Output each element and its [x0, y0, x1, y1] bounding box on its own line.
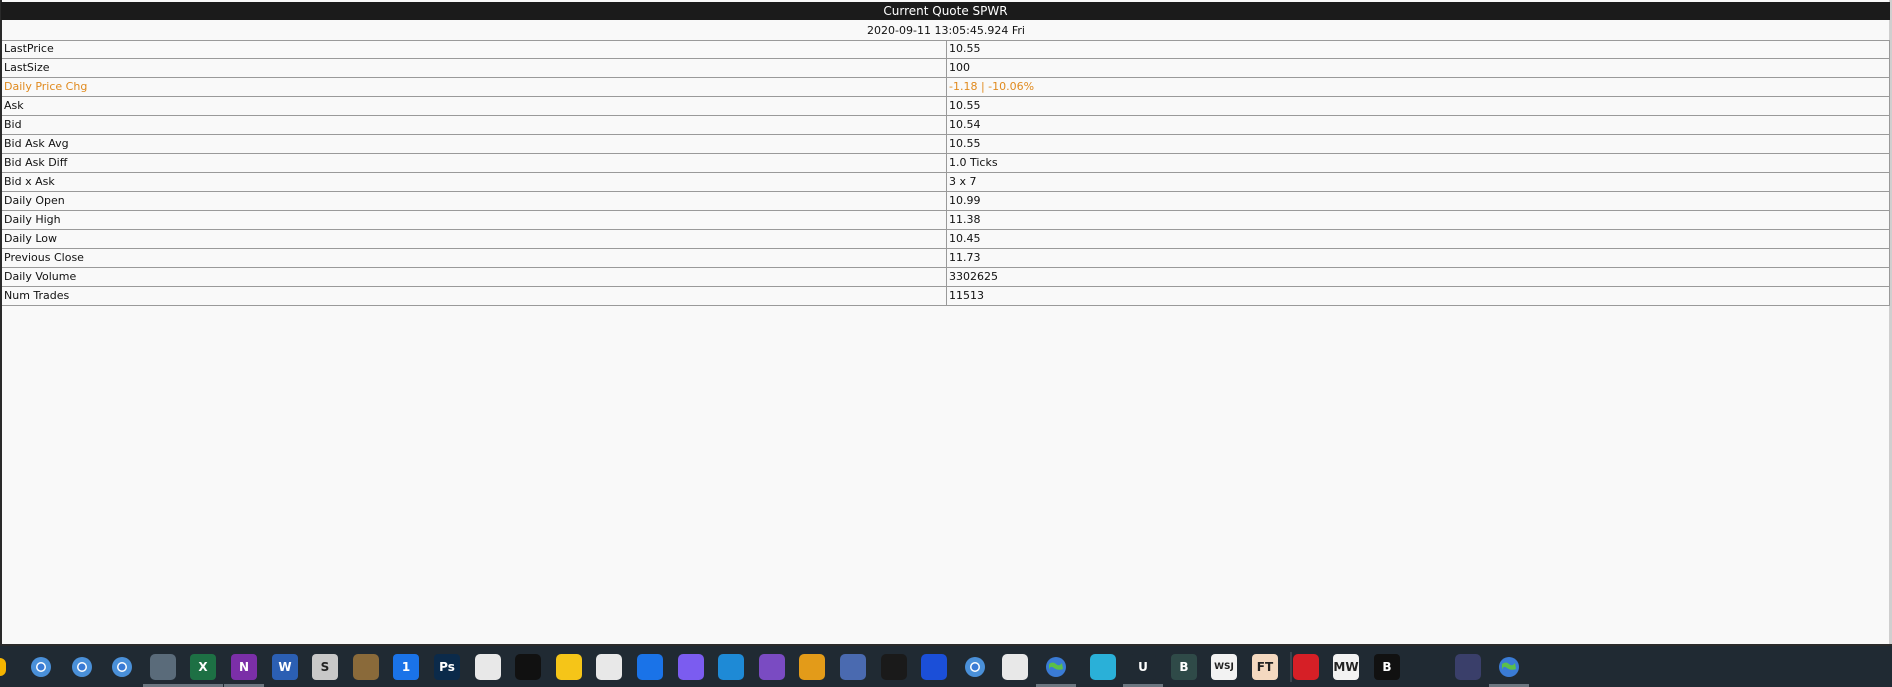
quote-value: 10.55	[946, 134, 1890, 154]
vscode-icon[interactable]	[718, 654, 744, 680]
taskbar-icon-partial[interactable]	[0, 658, 6, 676]
economist-icon[interactable]	[1293, 654, 1319, 680]
chrome-icon[interactable]	[28, 654, 54, 680]
quote-label: Daily Low	[2, 229, 947, 249]
photoshop-icon[interactable]: Ps	[434, 654, 460, 680]
ft-icon[interactable]: FT	[1252, 654, 1278, 680]
onenote-glyph: N	[238, 660, 250, 674]
b-app-icon[interactable]: B	[1171, 654, 1197, 680]
quote-label: Bid Ask Diff	[2, 153, 947, 173]
calculator-icon[interactable]	[150, 654, 176, 680]
vpn-icon[interactable]	[1455, 654, 1481, 680]
bloomberg-glyph: B	[1382, 660, 1392, 674]
maps-icon[interactable]	[637, 654, 663, 680]
quote-value: 11513	[946, 286, 1890, 306]
quote-timestamp: 2020-09-11 13:05:45.924 Fri	[2, 21, 1890, 41]
wsj-glyph: WSJ	[1214, 662, 1234, 672]
quote-label: Bid Ask Avg	[2, 134, 947, 154]
window-icon[interactable]	[799, 654, 825, 680]
books-icon[interactable]	[353, 654, 379, 680]
quote-row: Bid Ask Avg 10.55	[2, 134, 1890, 154]
quote-value: 10.54	[946, 115, 1890, 135]
ryzen-icon[interactable]	[881, 654, 907, 680]
word-icon[interactable]: W	[272, 654, 298, 680]
network-icon[interactable]	[840, 654, 866, 680]
globe-icon[interactable]	[1496, 654, 1522, 680]
tidal-icon[interactable]	[515, 654, 541, 680]
marketwatch-icon[interactable]: MW	[1333, 654, 1359, 680]
window-title: Current Quote SPWR	[1, 2, 1890, 20]
quote-table: LastPrice 10.55 LastSize 100 Daily Price Chg…	[2, 40, 1890, 306]
quote-row: Daily Low 10.45	[2, 229, 1890, 249]
photoshop-glyph: Ps	[439, 660, 455, 674]
b-app-glyph: B	[1179, 660, 1189, 674]
clickup-icon[interactable]	[678, 654, 704, 680]
quote-value: -1.18 | -10.06%	[946, 77, 1890, 97]
quote-row: Bid 10.54	[2, 115, 1890, 135]
quote-label: Bid	[2, 115, 947, 135]
chrome-icon[interactable]	[69, 654, 95, 680]
chrome-icon[interactable]	[962, 654, 988, 680]
ft-glyph: FT	[1256, 660, 1274, 674]
quote-row: Daily Volume 3302625	[2, 267, 1890, 287]
taskbar: X N W S 1 Ps U B WSJ FT MW B	[0, 646, 1892, 687]
excel-icon[interactable]: X	[190, 654, 216, 680]
quote-label: Daily Volume	[2, 267, 947, 287]
quote-value: 1.0 Ticks	[946, 153, 1890, 173]
wsj-icon[interactable]: WSJ	[1211, 654, 1237, 680]
nbc-icon[interactable]	[1414, 654, 1440, 680]
quote-value: 3302625	[946, 267, 1890, 287]
chrome-icon[interactable]	[109, 654, 135, 680]
taskbar-separator	[1290, 652, 1292, 682]
onepassword-glyph: 1	[401, 660, 411, 674]
quote-row: Daily Open 10.99	[2, 191, 1890, 211]
quote-row: LastPrice 10.55	[2, 40, 1890, 59]
quote-value: 10.45	[946, 229, 1890, 249]
arrow-app-icon[interactable]	[1090, 654, 1116, 680]
excel-glyph: X	[198, 660, 208, 674]
globe-icon[interactable]	[1043, 654, 1069, 680]
quote-row: Ask 10.55	[2, 96, 1890, 116]
quote-label: Previous Close	[2, 248, 947, 268]
scrivener-glyph: S	[320, 660, 330, 674]
quote-label: Ask	[2, 96, 947, 116]
quote-value: 100	[946, 58, 1890, 78]
quote-row: Daily High 11.38	[2, 210, 1890, 230]
quote-label: Num Trades	[2, 286, 947, 306]
word-glyph: W	[278, 660, 292, 674]
malwarebytes-icon[interactable]	[921, 654, 947, 680]
visualstudio-icon[interactable]	[759, 654, 785, 680]
onenote-icon[interactable]: N	[231, 654, 257, 680]
quote-row: LastSize 100	[2, 58, 1890, 78]
quote-row: Bid Ask Diff 1.0 Ticks	[2, 153, 1890, 173]
quote-row: Bid x Ask 3 x 7	[2, 172, 1890, 192]
quote-row: Previous Close 11.73	[2, 248, 1890, 268]
quote-label: Daily Open	[2, 191, 947, 211]
onepassword-icon[interactable]: 1	[393, 654, 419, 680]
quote-row: Num Trades 11513	[2, 286, 1890, 306]
slack-icon[interactable]	[596, 654, 622, 680]
acrobat-icon[interactable]	[1002, 654, 1028, 680]
quote-label: LastPrice	[2, 40, 947, 59]
marketwatch-glyph: MW	[1333, 660, 1359, 674]
quote-value: 11.38	[946, 210, 1890, 230]
player-icon[interactable]	[556, 654, 582, 680]
quote-value: 10.55	[946, 96, 1890, 116]
quote-value: 11.73	[946, 248, 1890, 268]
quote-label: LastSize	[2, 58, 947, 78]
quote-row: Daily Price Chg -1.18 | -10.06%	[2, 77, 1890, 97]
quote-label: Daily Price Chg	[2, 77, 947, 97]
quote-window: Current Quote SPWR 2020-09-11 13:05:45.9…	[0, 0, 1892, 647]
quote-label: Daily High	[2, 210, 947, 230]
quote-value: 10.99	[946, 191, 1890, 211]
u-app-icon[interactable]: U	[1130, 654, 1156, 680]
quote-value: 3 x 7	[946, 172, 1890, 192]
cat-icon[interactable]	[475, 654, 501, 680]
bloomberg-icon[interactable]: B	[1374, 654, 1400, 680]
scrivener-icon[interactable]: S	[312, 654, 338, 680]
quote-value: 10.55	[946, 40, 1890, 59]
u-app-glyph: U	[1138, 660, 1148, 674]
quote-label: Bid x Ask	[2, 172, 947, 192]
